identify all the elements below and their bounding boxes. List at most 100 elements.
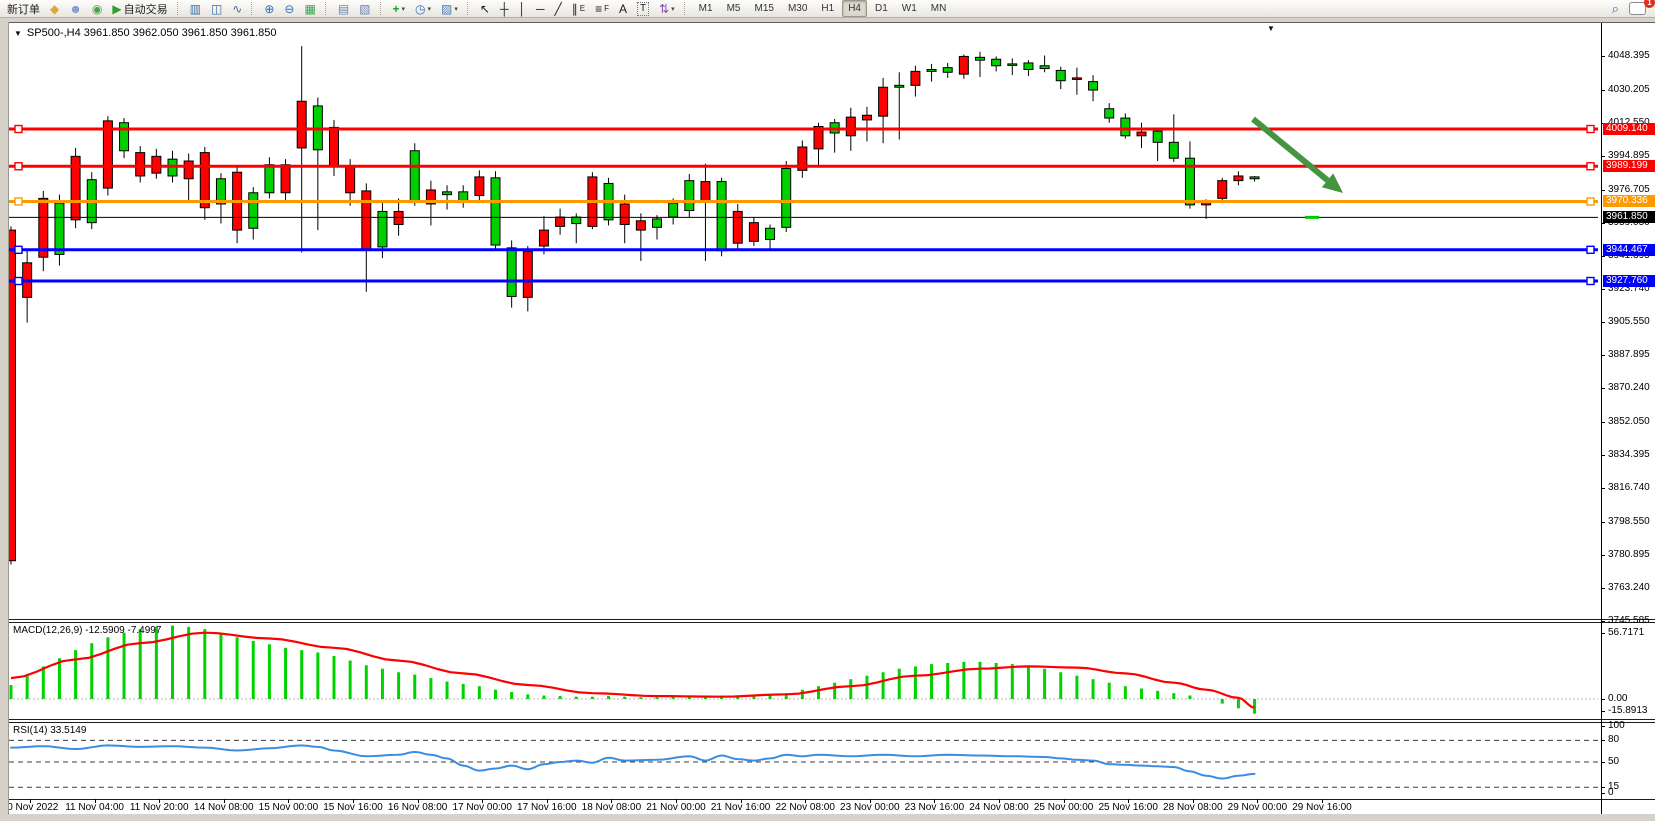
price-axis-label: 3905.550 [1608, 316, 1650, 327]
price-axis-label: 3870.240 [1608, 382, 1650, 393]
auto-arrange-icon[interactable]: ▤ [334, 0, 353, 17]
signals-icon[interactable]: ◉ [88, 0, 106, 17]
timeframe-button-h4[interactable]: H4 [842, 0, 867, 17]
candlestick-chart-icon[interactable]: ◫ [207, 0, 226, 17]
timeframe-button-m30[interactable]: M30 [782, 0, 813, 17]
rsi-axis-tick [1601, 740, 1605, 741]
zoom-out-icon[interactable]: ⊖ [280, 0, 298, 17]
timeframe-button-h1[interactable]: H1 [815, 0, 840, 17]
timeframe-button-m1[interactable]: M1 [693, 0, 719, 17]
pivot-line-handle[interactable] [1587, 198, 1594, 205]
toolbar-separator [325, 2, 329, 15]
label-button[interactable]: T [633, 0, 653, 17]
candle-body [55, 203, 64, 254]
toolbar-separator [380, 2, 384, 15]
metaeditor-icon[interactable]: ◆ [46, 0, 63, 17]
symbol-info-line: ▼ SP500-,H4 3961.850 3962.050 3961.850 3… [14, 27, 276, 39]
timeframe-button-d1[interactable]: D1 [869, 0, 894, 17]
price-axis-tick [1601, 455, 1605, 456]
rsi-axis-tick [1601, 762, 1605, 763]
macd-rsi-separator[interactable] [9, 719, 1655, 723]
rsi-axis-tick [1601, 726, 1605, 727]
candle-body [1137, 132, 1146, 136]
candle-body [636, 221, 645, 230]
pivot-line-price-badge: 3970.336 [1603, 195, 1655, 207]
support-line-2-handle[interactable] [15, 277, 22, 284]
zoom-in-icon[interactable]: ⊕ [260, 0, 278, 17]
support-line-1-handle[interactable] [1587, 246, 1594, 253]
timeframe-button-m5[interactable]: M5 [721, 0, 747, 17]
one-click-trading-toggle[interactable]: ▼ [14, 29, 22, 38]
macd-axis-tick [1601, 711, 1605, 712]
price-axis-label: 3994.895 [1608, 150, 1650, 161]
chat-button[interactable]: 1 [1625, 0, 1650, 17]
main-macd-separator[interactable] [9, 619, 1655, 623]
autotrading-button[interactable]: ▶自动交易 [108, 0, 171, 17]
timeframe-button-w1[interactable]: W1 [896, 0, 923, 17]
toolbar-separator [251, 2, 255, 15]
chart-window: ▼ SP500-,H4 3961.850 3962.050 3961.850 3… [8, 22, 1655, 815]
search-icon[interactable]: ⌕ [1608, 0, 1623, 17]
profile-icon[interactable]: ☻ [65, 0, 86, 17]
candle-body [1169, 142, 1178, 158]
price-axis-label: 3780.895 [1608, 549, 1650, 560]
vertical-line-button[interactable]: │ [514, 0, 530, 17]
crosshair-button[interactable]: ┼ [496, 0, 513, 17]
crosshair-button: ┼ [500, 3, 509, 15]
equidistant-channel-button[interactable]: ∥E [568, 0, 589, 17]
tile-windows-icon[interactable]: ▦ [300, 0, 319, 17]
support-line-2-price-badge: 3927.760 [1603, 275, 1655, 287]
price-axis-label: 4030.205 [1608, 84, 1650, 95]
line-chart-icon[interactable]: ∿ [228, 0, 246, 17]
template-button: ▨ [441, 3, 452, 15]
timeframe-button-m15[interactable]: M15 [748, 0, 779, 17]
horizontal-line-button[interactable]: ─ [532, 0, 549, 17]
price-axis-label: 3763.240 [1608, 582, 1650, 593]
resistance-line-1-handle[interactable] [15, 126, 22, 133]
fibonacci-button[interactable]: ≡F [591, 0, 613, 17]
candle-body [491, 178, 500, 245]
candle-body [459, 192, 468, 201]
main-toolbar: 新订单◆☻◉▶自动交易 ▥ ◫ ∿ ⊕ ⊖▦ ▤▧ +▾◷▾▨▾ ↖ ┼ │─ ╱ ∥E≡FAT⇅▾ M1… [0, 0, 1655, 18]
macd-signal-line [11, 633, 1255, 708]
template-button[interactable]: ▨▾ [437, 0, 462, 17]
candle-body [265, 165, 274, 193]
candle-body [572, 217, 581, 224]
support-line-1-price-badge: 3944.467 [1603, 244, 1655, 256]
price-axis-tick [1601, 190, 1605, 191]
resistance-line-2-handle[interactable] [1587, 163, 1594, 170]
chart-canvas[interactable] [9, 23, 1655, 814]
zoom-in-icon: ⊕ [264, 3, 274, 15]
chart-shift-marker[interactable]: ▼ [1267, 24, 1275, 33]
pivot-line-handle[interactable] [15, 198, 22, 205]
candle-body [1218, 181, 1227, 199]
resistance-line-1-handle[interactable] [1587, 126, 1594, 133]
macd-axis-tick [1601, 699, 1605, 700]
resistance-line-2-handle[interactable] [15, 163, 22, 170]
new-order-button[interactable]: 新订单 [1, 0, 44, 17]
period-button[interactable]: ◷▾ [411, 0, 435, 17]
arrows-button[interactable]: ⇅▾ [655, 0, 679, 17]
candlestick-chart-icon: ◫ [211, 3, 222, 15]
candle-body [249, 193, 258, 228]
candle-body [556, 217, 565, 226]
timeframe-button-mn[interactable]: MN [925, 0, 953, 17]
candle-body [620, 204, 629, 225]
candle-body [782, 168, 791, 227]
candle-body [959, 56, 968, 74]
toolbar-separator [177, 2, 181, 15]
support-line-1-handle[interactable] [15, 246, 22, 253]
text-button[interactable]: A [615, 0, 631, 17]
price-axis-border [1601, 23, 1602, 814]
candle-body [1056, 70, 1065, 80]
bar-chart-icon[interactable]: ▥ [186, 0, 205, 17]
cursor-button[interactable]: ↖ [476, 0, 494, 17]
add-indicator-button[interactable]: +▾ [389, 0, 410, 17]
fibonacci-button: ≡ [595, 3, 602, 15]
grid-icon[interactable]: ▧ [355, 0, 374, 17]
trendline-button[interactable]: ╱ [550, 0, 565, 17]
candle-body [1040, 66, 1049, 69]
candle-body [443, 192, 452, 195]
trendline-button: ╱ [554, 3, 561, 15]
support-line-2-handle[interactable] [1587, 277, 1594, 284]
